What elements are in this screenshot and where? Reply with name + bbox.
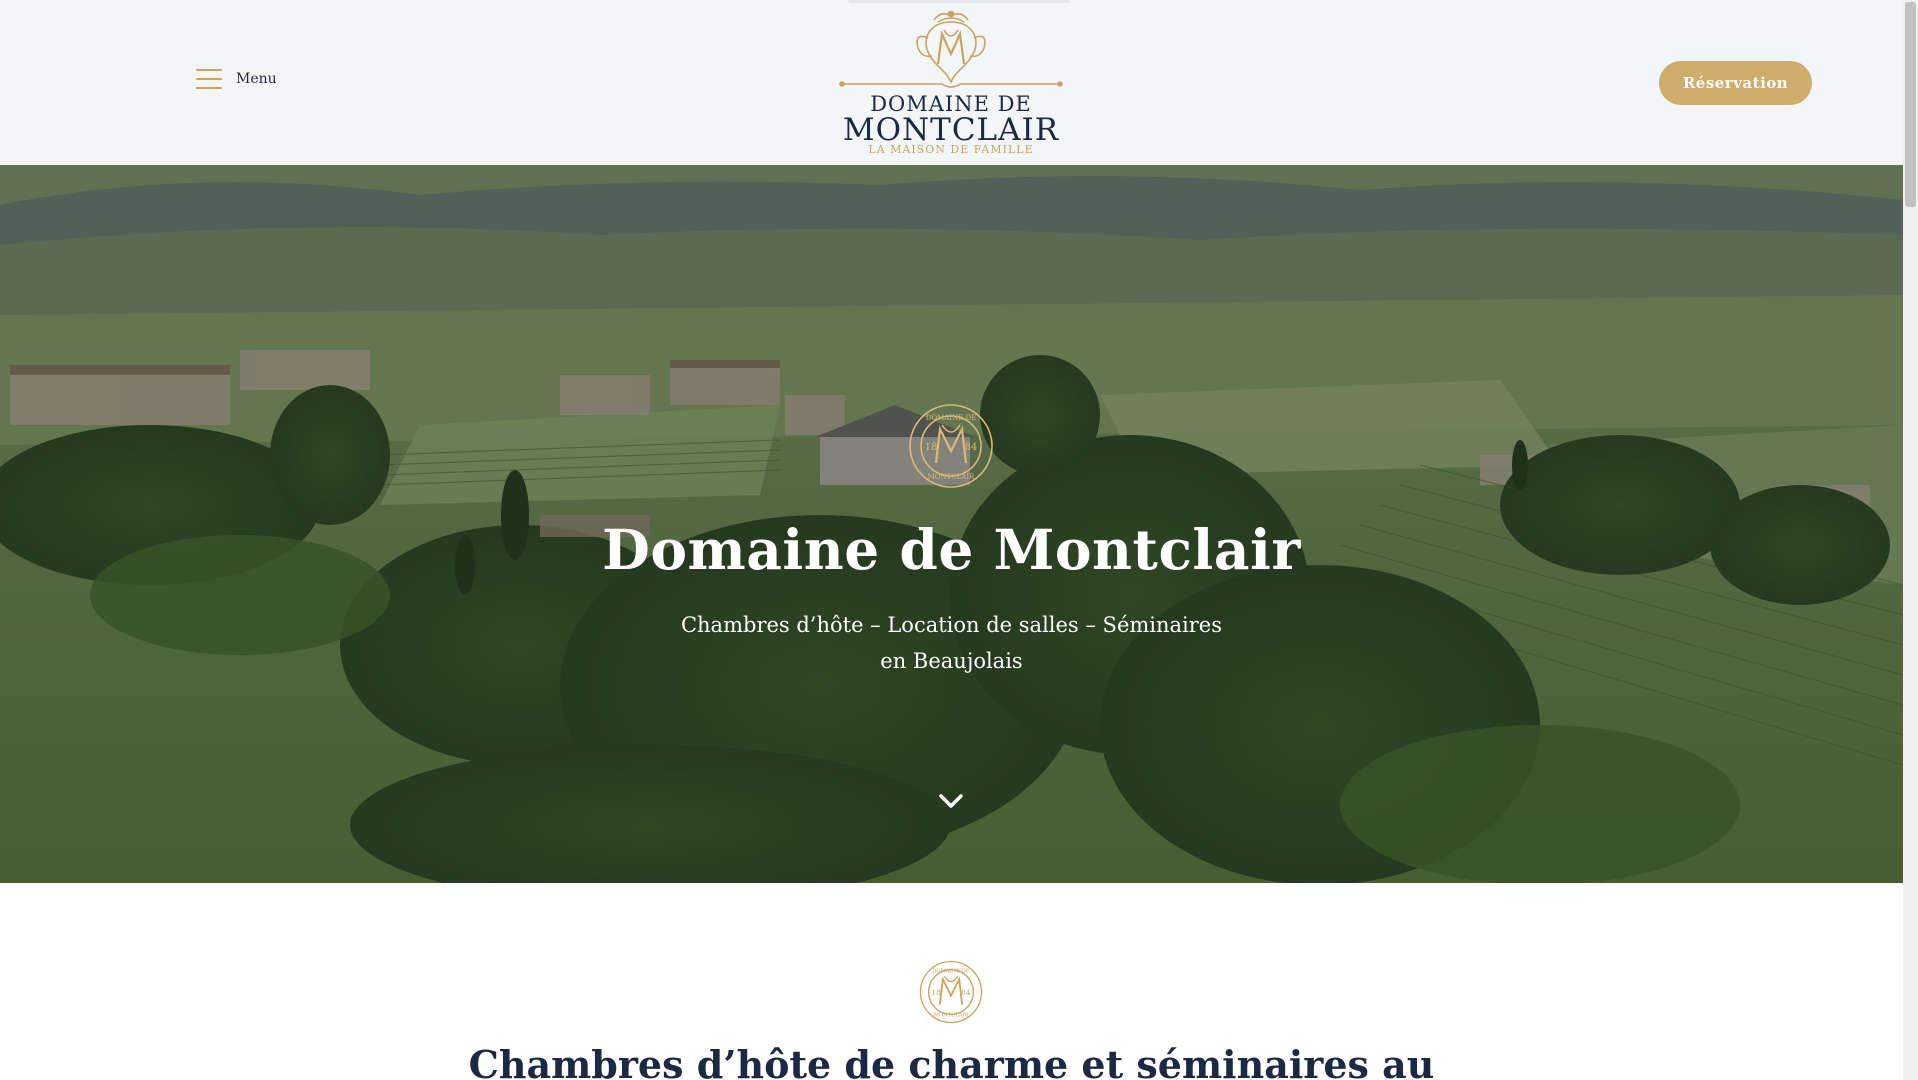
page: Menu DOMAINE DE MONTCLAIR LA MAISON DE F… [0,0,1903,1080]
section-title: Chambres d’hôte de charme et séminaires … [468,1042,1435,1080]
hero-emblem-icon: DOMAINE DE MONTCLAIR 18 84 [909,404,993,488]
hero-emblem-top-text: DOMAINE DE [926,414,977,422]
page-scrollbar[interactable] [1903,0,1918,1080]
logo-tagline: LA MAISON DE FAMILLE [868,143,1034,156]
menu-icon[interactable] [196,69,222,89]
site-header: Menu DOMAINE DE MONTCLAIR LA MAISON DE F… [0,0,1903,165]
hero-emblem-year-right: 84 [965,442,978,453]
scrollbar-thumb[interactable] [1905,2,1916,207]
hero-section: DOMAINE DE MONTCLAIR 18 84 Domaine de Mo… [0,165,1903,883]
reservation-button[interactable]: Réservation [1659,61,1812,105]
hero-emblem-year-left: 18 [925,442,938,453]
hero-title: Domaine de Montclair [602,517,1301,582]
content-emblem-bottom-text: MONTCLAIR [934,1013,970,1019]
hero-subtitle: Chambres d’hôte – Location de salles – S… [0,607,1903,679]
hero-emblem-bottom-text: MONTCLAIR [928,473,976,481]
hero-subtitle-line-1: Chambres d’hôte – Location de salles – S… [680,613,1223,637]
chevron-down-icon[interactable] [936,789,966,813]
menu-label: Menu [236,71,277,87]
content-emblem-year-right: 84 [961,988,971,997]
site-logo[interactable]: DOMAINE DE MONTCLAIR LA MAISON DE FAMILL… [838,8,1064,160]
menu-button[interactable]: Menu [196,66,277,92]
header-tab [848,0,1070,3]
logo-monogram-icon [839,10,1063,88]
hero-subtitle-line-2: en Beaujolais [880,649,1023,673]
content-emblem-year-left: 18 [931,988,941,997]
content-emblem-icon: DOMAINE DE MONTCLAIR 18 84 [919,960,983,1024]
content-emblem-top-text: DOMAINE DE [932,969,970,975]
